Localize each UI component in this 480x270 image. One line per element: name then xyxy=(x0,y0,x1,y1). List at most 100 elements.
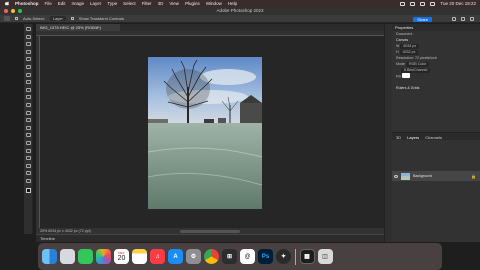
menu-window[interactable]: Window xyxy=(206,1,222,6)
width-field[interactable]: 6034 px xyxy=(400,44,420,49)
search-icon[interactable] xyxy=(452,16,456,21)
wifi-icon[interactable] xyxy=(410,1,416,6)
visibility-eye-icon[interactable] xyxy=(394,174,398,178)
system-settings-icon[interactable]: ⚙ xyxy=(186,249,201,264)
gradient-tool-icon[interactable] xyxy=(25,118,31,123)
tab-layers[interactable]: Layers xyxy=(407,135,419,140)
tab-channels[interactable]: Channels xyxy=(425,135,442,140)
pen-tool-icon[interactable] xyxy=(25,140,31,145)
brush-tool-icon[interactable] xyxy=(25,87,31,92)
fill-swatch[interactable] xyxy=(401,73,410,78)
calendar-icon[interactable]: DEC 20 xyxy=(114,249,129,264)
foreground-color-swatch[interactable] xyxy=(25,188,31,194)
notes-icon[interactable] xyxy=(132,249,147,264)
rulers-grids-header[interactable]: Rulers & Grids xyxy=(392,85,480,91)
safari-icon[interactable]: ✦ xyxy=(276,249,291,264)
share-button[interactable]: Share xyxy=(413,16,432,22)
frame-tool-icon[interactable] xyxy=(25,64,31,69)
height-field[interactable]: 4032 px xyxy=(399,50,419,55)
panel-icon-column xyxy=(384,24,392,242)
battery-icon[interactable] xyxy=(400,1,406,6)
eraser-tool-icon[interactable] xyxy=(25,110,31,115)
photoshop-icon[interactable]: Ps xyxy=(258,249,273,264)
layer-thumbnail xyxy=(401,172,410,180)
menu-image[interactable]: Image xyxy=(72,1,85,6)
document-tab[interactable]: IMG_1378.HEIC @ 25% (RGB/8*) xyxy=(36,24,120,31)
menu-view[interactable]: View xyxy=(169,1,179,6)
show-transform-checkbox[interactable] xyxy=(70,17,74,20)
properties-header[interactable]: Properties xyxy=(392,24,480,31)
discover-icon[interactable] xyxy=(470,16,474,21)
calendar-day: 20 xyxy=(117,254,126,262)
dodge-tool-icon[interactable] xyxy=(25,133,31,138)
auto-select-label: Auto-Select: xyxy=(23,16,45,21)
close-window-button[interactable] xyxy=(4,9,8,13)
document-image[interactable] xyxy=(148,57,262,209)
layer-row[interactable]: Background 🔒 xyxy=(392,171,480,181)
path-select-tool-icon[interactable] xyxy=(25,156,31,161)
eyedropper-tool-icon[interactable] xyxy=(25,72,31,77)
menu-layer[interactable]: Layer xyxy=(90,1,101,6)
marquee-tool-icon[interactable] xyxy=(25,34,31,39)
depth-dropdown[interactable]: 8 Bits/Channel xyxy=(401,68,431,73)
music-icon[interactable]: ♫ xyxy=(150,249,165,264)
mail-icon[interactable]: @ xyxy=(240,249,255,264)
app-store-icon[interactable]: A xyxy=(168,249,183,264)
menu-filter[interactable]: Filter xyxy=(142,1,152,6)
window-controls xyxy=(4,9,22,13)
crop-tool-icon[interactable] xyxy=(25,57,31,62)
calculator-icon[interactable]: ⊞ xyxy=(222,249,237,264)
move-tool-icon[interactable] xyxy=(25,27,31,31)
zoom-window-button[interactable] xyxy=(18,9,22,13)
history-brush-tool-icon[interactable] xyxy=(25,102,31,107)
show-transform-label: Show Transform Controls xyxy=(78,16,124,21)
menu-3d[interactable]: 3D xyxy=(158,1,164,6)
mode-label: Mode xyxy=(396,62,405,66)
chrome-icon[interactable] xyxy=(204,249,219,264)
menu-plugins[interactable]: Plugins xyxy=(185,1,200,6)
photos-icon[interactable] xyxy=(96,249,111,264)
zoom-tool-icon[interactable] xyxy=(25,178,31,183)
finder-icon[interactable] xyxy=(42,249,57,264)
lasso-tool-icon[interactable] xyxy=(25,42,31,47)
dock-divider xyxy=(295,248,296,265)
quick-select-tool-icon[interactable] xyxy=(25,49,31,54)
layer-name: Background xyxy=(413,174,433,178)
apple-menu-icon[interactable] xyxy=(4,1,9,6)
blur-tool-icon[interactable] xyxy=(25,125,31,130)
menu-select[interactable]: Select xyxy=(123,1,136,6)
minimize-window-button[interactable] xyxy=(11,9,15,13)
type-tool-icon[interactable] xyxy=(25,148,31,153)
options-right-icons xyxy=(452,16,474,21)
lock-icon[interactable]: 🔒 xyxy=(471,174,476,179)
menu-type[interactable]: Type xyxy=(107,1,117,6)
horizontal-scrollbar[interactable] xyxy=(180,229,240,233)
workspace-icon[interactable] xyxy=(461,16,465,21)
layers-panel-tabs: 3D Layers Channels xyxy=(392,133,480,140)
options-bar: Auto-Select: Layer Show Transform Contro… xyxy=(0,15,480,23)
auto-select-checkbox[interactable] xyxy=(15,17,18,20)
tools-panel xyxy=(24,24,33,234)
tab-3d[interactable]: 3D xyxy=(396,135,401,140)
trash-icon[interactable]: ◫ xyxy=(317,249,333,264)
menu-clock[interactable]: Tue 20 Dec 19:22 xyxy=(440,1,476,6)
menu-photoshop[interactable]: Photoshop xyxy=(15,1,39,6)
menu-file[interactable]: File xyxy=(45,1,52,6)
messages-icon[interactable] xyxy=(78,249,93,264)
menu-help[interactable]: Help xyxy=(228,1,237,6)
menu-edit[interactable]: Edit xyxy=(58,1,66,6)
mode-dropdown[interactable]: RGB Color xyxy=(406,62,430,67)
rectangle-tool-icon[interactable] xyxy=(25,163,31,168)
auto-select-dropdown[interactable]: Layer xyxy=(49,16,66,21)
clone-stamp-tool-icon[interactable] xyxy=(25,95,31,100)
control-center-icon[interactable] xyxy=(430,1,436,6)
launchpad-icon[interactable] xyxy=(60,249,75,264)
hand-tool-icon[interactable] xyxy=(25,171,31,176)
move-tool-icon[interactable] xyxy=(4,16,10,21)
healing-brush-tool-icon[interactable] xyxy=(25,80,31,85)
search-icon[interactable] xyxy=(420,1,426,6)
window-title: Adobe Photoshop 2023 xyxy=(216,8,264,13)
app-title-bar: Adobe Photoshop 2023 xyxy=(0,7,480,15)
activity-monitor-icon[interactable]: ▦ xyxy=(299,249,315,264)
timeline-panel[interactable]: Timeline xyxy=(36,234,384,242)
